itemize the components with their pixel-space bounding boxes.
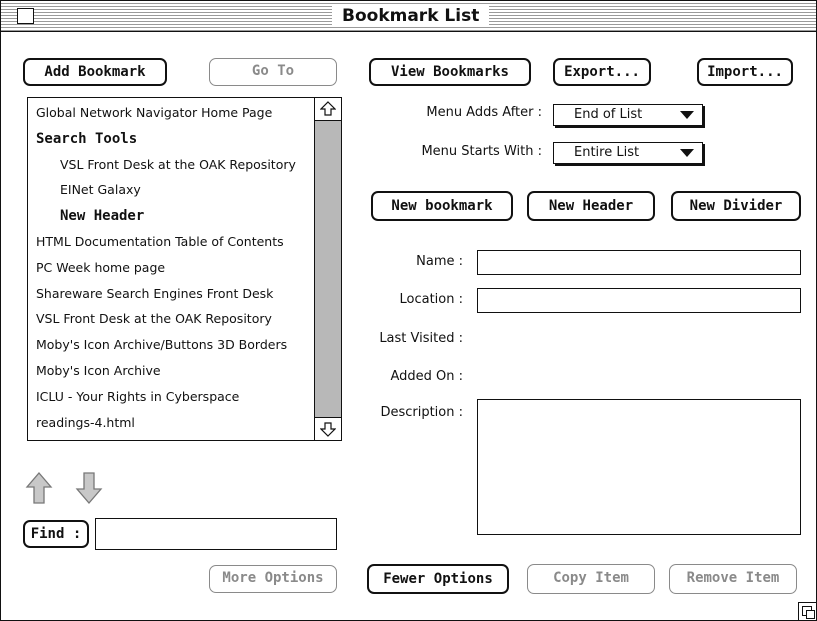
bookmark-list-items: Global Network Navigator Home Page Search… [28,98,314,440]
list-item[interactable]: PC Week home page [36,260,165,275]
title-bar[interactable]: Bookmark List [1,1,816,32]
export-button[interactable]: Export... [553,58,651,86]
import-button[interactable]: Import... [697,58,793,86]
fewer-options-button[interactable]: Fewer Options [367,564,509,594]
list-item[interactable]: Shareware Search Engines Front Desk [36,286,273,301]
remove-item-button[interactable]: Remove Item [669,564,797,594]
description-field[interactable] [477,399,801,535]
list-item[interactable]: ICLU - Your Rights in Cyberspace [36,389,239,404]
down-arrow-icon[interactable] [75,471,103,505]
go-to-button[interactable]: Go To [209,58,337,86]
chevron-down-icon [680,149,694,157]
close-box-icon[interactable] [17,8,34,24]
bookmark-listbox[interactable]: Global Network Navigator Home Page Search… [27,97,342,441]
new-bookmark-button[interactable]: New bookmark [371,191,513,221]
location-field[interactable] [477,288,801,313]
up-arrow-icon[interactable] [25,471,53,505]
scrollbar[interactable] [314,98,341,440]
menu-adds-after-value: End of List [574,107,643,122]
menu-starts-with-label: Menu Starts With : [421,144,542,159]
list-item[interactable]: readings-4.html [36,415,135,430]
more-options-button[interactable]: More Options [209,565,337,593]
chevron-down-icon [680,111,694,119]
list-item[interactable]: Moby's Icon Archive [36,363,161,378]
list-item[interactable]: HTML Documentation Table of Contents [36,234,284,249]
find-input[interactable] [95,518,337,550]
scroll-down-icon[interactable] [315,417,341,440]
menu-adds-after-popup[interactable]: End of List [553,104,703,126]
copy-item-button[interactable]: Copy Item [527,564,655,594]
menu-starts-with-popup[interactable]: Entire List [553,142,703,164]
menu-adds-after-label: Menu Adds After : [426,105,542,120]
list-item[interactable]: Moby's Icon Archive/Buttons 3D Borders [36,337,287,352]
new-header-button[interactable]: New Header [527,191,655,221]
list-item[interactable]: VSL Front Desk at the OAK Repository [60,157,296,172]
view-bookmarks-button[interactable]: View Bookmarks [369,58,531,86]
list-item[interactable]: VSL Front Desk at the OAK Repository [36,311,272,326]
list-item[interactable]: Global Network Navigator Home Page [36,105,272,120]
menu-starts-with-value: Entire List [574,145,640,160]
find-button[interactable]: Find : [23,520,89,548]
scroll-up-icon[interactable] [315,98,341,121]
name-field[interactable] [477,250,801,275]
new-divider-button[interactable]: New Divider [671,191,801,221]
name-label: Name : [416,254,463,269]
location-label: Location : [399,292,464,307]
list-item[interactable]: EINet Galaxy [60,182,141,197]
list-header-item[interactable]: Search Tools [36,131,137,147]
resize-grip-icon[interactable] [798,602,816,620]
window-title: Bookmark List [332,5,490,27]
description-label: Description : [380,405,463,420]
bookmark-list-window: Bookmark List Add Bookmark Go To View Bo… [0,0,817,621]
add-bookmark-button[interactable]: Add Bookmark [23,58,167,86]
added-on-label: Added On : [390,369,463,384]
list-header-item[interactable]: New Header [60,208,144,224]
last-visited-label: Last Visited : [379,331,463,346]
